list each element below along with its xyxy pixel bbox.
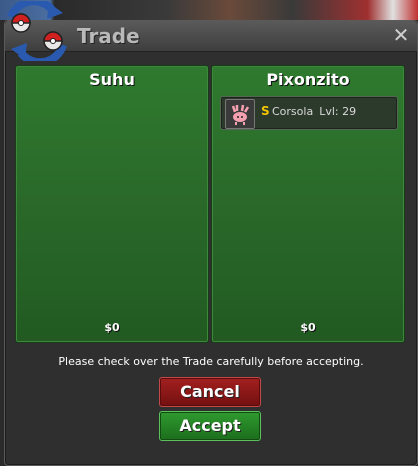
item-label: Corsola Lvl: 29	[272, 105, 356, 118]
trade-notice: Please check over the Trade carefully be…	[58, 355, 364, 368]
corsola-icon	[225, 99, 255, 129]
pokemon-name: Corsola	[272, 105, 314, 118]
trade-panel-self: Suhu $0	[15, 65, 209, 343]
trade-panel-partner: Pixonzito S Corsola Lvl: 29 $0	[211, 65, 405, 343]
money-offer: $0	[300, 321, 316, 334]
pokeball-arrows-icon	[7, 1, 67, 61]
close-button[interactable]: ✕	[391, 25, 411, 45]
shiny-badge: S	[261, 104, 270, 118]
pokemon-level: Lvl: 29	[319, 105, 357, 118]
window-title: Trade	[77, 24, 140, 48]
trader-name: Suhu	[89, 70, 135, 89]
trade-window: Trade ✕ Suhu $0 Pixonzito S Corsola Lvl:…	[4, 1, 418, 466]
cancel-button[interactable]: Cancel	[159, 377, 261, 407]
trader-name: Pixonzito	[266, 70, 350, 89]
trade-item[interactable]: S Corsola Lvl: 29	[220, 96, 398, 130]
accept-button[interactable]: Accept	[159, 411, 261, 441]
money-offer: $0	[104, 321, 120, 334]
